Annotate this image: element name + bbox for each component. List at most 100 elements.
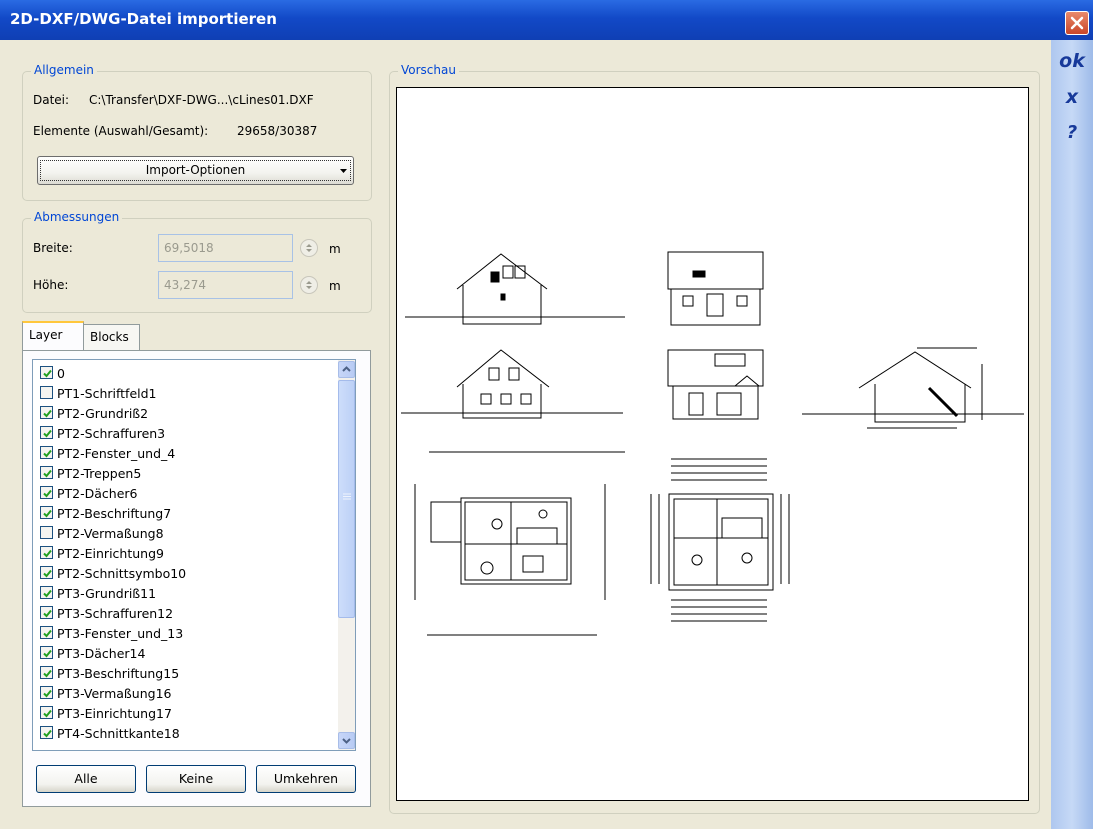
cancel-button[interactable]: x xyxy=(1051,86,1093,108)
layer-name: PT3-Schraffuren12 xyxy=(57,606,174,621)
layer-checkbox[interactable] xyxy=(40,406,53,419)
preview-canvas xyxy=(396,87,1029,801)
layer-checkbox[interactable] xyxy=(40,426,53,439)
elevation-side-left xyxy=(401,349,623,419)
layer-checkbox[interactable] xyxy=(40,666,53,679)
abmessungen-legend: Abmessungen xyxy=(31,210,123,224)
tab-layer[interactable]: Layer xyxy=(22,321,84,351)
layer-checkbox[interactable] xyxy=(40,686,53,699)
layer-checkbox[interactable] xyxy=(40,526,53,539)
layer-checkbox[interactable] xyxy=(40,706,53,719)
layer-checkbox[interactable] xyxy=(40,566,53,579)
layer-name: PT2-Grundriß2 xyxy=(57,406,149,421)
close-button[interactable] xyxy=(1065,11,1089,35)
check-icon xyxy=(43,549,52,558)
elevation-front-mid xyxy=(667,251,764,326)
select-none-button[interactable]: Keine xyxy=(146,765,246,793)
title-bar: 2D-DXF/DWG-Datei importieren xyxy=(0,0,1093,40)
ok-button[interactable]: ok xyxy=(1051,50,1093,72)
scroll-up-button[interactable] xyxy=(338,361,355,378)
check-icon xyxy=(43,509,52,518)
section-view xyxy=(802,347,1024,429)
layer-checkbox[interactable] xyxy=(40,506,53,519)
layer-name: PT3-Einrichtung17 xyxy=(57,706,172,721)
layer-name: PT3-Vermaßung16 xyxy=(57,686,172,701)
elevation-side-mid xyxy=(667,349,764,420)
dropdown-arrow-icon xyxy=(340,169,347,173)
layer-checkbox[interactable] xyxy=(40,446,53,459)
hoehe-unit: m xyxy=(329,279,341,293)
layer-checkbox[interactable] xyxy=(40,606,53,619)
layer-name: PT4-Schnittkante18 xyxy=(57,726,180,741)
layer-name: 0 xyxy=(57,366,65,381)
import-options-button[interactable]: Import-Optionen xyxy=(37,156,354,185)
check-icon xyxy=(43,469,52,478)
layer-name: PT2-Vermaßung8 xyxy=(57,526,164,541)
check-icon xyxy=(43,429,52,438)
select-all-button[interactable]: Alle xyxy=(36,765,136,793)
check-icon xyxy=(43,409,52,418)
breite-field[interactable]: 69,5018 xyxy=(158,234,293,262)
layer-name: PT2-Beschriftung7 xyxy=(57,506,172,521)
layer-list-scrollbar[interactable] xyxy=(338,360,355,750)
chevron-down-icon xyxy=(342,738,351,744)
check-icon xyxy=(43,689,52,698)
check-icon xyxy=(43,709,52,718)
breite-unit: m xyxy=(329,242,341,256)
elemente-value: 29658/30387 xyxy=(237,124,318,138)
hoehe-field[interactable]: 43,274 xyxy=(158,271,293,299)
window-title: 2D-DXF/DWG-Datei importieren xyxy=(10,10,277,28)
hoehe-spinner[interactable] xyxy=(300,276,318,294)
check-icon xyxy=(43,369,52,378)
layer-checkbox[interactable] xyxy=(40,366,53,379)
check-icon xyxy=(43,569,52,578)
hoehe-label: Höhe: xyxy=(33,278,69,292)
layer-name: PT1-Schriftfeld1 xyxy=(57,386,157,401)
check-icon xyxy=(43,589,52,598)
layer-name: PT3-Beschriftung15 xyxy=(57,666,180,681)
layer-checkbox[interactable] xyxy=(40,546,53,559)
layer-name: PT2-Fenster_und_4 xyxy=(57,446,176,461)
scroll-down-button[interactable] xyxy=(338,732,355,749)
check-icon xyxy=(43,489,52,498)
layer-name: PT3-Fenster_und_13 xyxy=(57,626,184,641)
check-icon xyxy=(43,729,52,738)
check-icon xyxy=(43,669,52,678)
check-icon xyxy=(43,629,52,638)
chevron-up-icon xyxy=(342,366,351,372)
layer-checkbox[interactable] xyxy=(40,486,53,499)
spin-arrows-icon xyxy=(306,281,312,289)
cad-drawing-preview xyxy=(401,251,1024,636)
layer-checkbox[interactable] xyxy=(40,386,53,399)
breite-label: Breite: xyxy=(33,241,73,255)
vorschau-legend: Vorschau xyxy=(398,63,459,77)
side-action-bar: ok x ? xyxy=(1051,40,1093,829)
layer-name: PT2-Dächer6 xyxy=(57,486,138,501)
import-options-label: Import-Optionen xyxy=(145,163,246,177)
layer-name: PT3-Dächer14 xyxy=(57,646,146,661)
layer-name: PT2-Schnittsymbo10 xyxy=(57,566,187,581)
layer-checkbox[interactable] xyxy=(40,726,53,739)
breite-spinner[interactable] xyxy=(300,239,318,257)
datei-value: C:\Transfer\DXF-DWG...\cLines01.DXF xyxy=(89,93,314,107)
elemente-label: Elemente (Auswahl/Gesamt): xyxy=(33,124,209,138)
layer-checkbox[interactable] xyxy=(40,586,53,599)
layer-checkbox[interactable] xyxy=(40,646,53,659)
scroll-thumb[interactable] xyxy=(338,380,355,618)
close-icon xyxy=(1070,16,1084,30)
tab-blocks[interactable]: Blocks xyxy=(83,324,140,350)
floor-plan-left xyxy=(414,451,625,636)
layer-name: PT2-Schraffuren3 xyxy=(57,426,166,441)
check-icon xyxy=(43,649,52,658)
datei-label: Datei: xyxy=(33,93,70,107)
layer-checkbox[interactable] xyxy=(40,466,53,479)
layer-name: PT2-Treppen5 xyxy=(57,466,142,481)
allgemein-legend: Allgemein xyxy=(31,63,97,77)
help-button[interactable]: ? xyxy=(1051,122,1093,143)
elevation-front-left xyxy=(405,253,625,325)
grip-icon xyxy=(343,493,351,500)
layer-checkbox[interactable] xyxy=(40,626,53,639)
invert-selection-button[interactable]: Umkehren xyxy=(256,765,356,793)
floor-plan-right xyxy=(650,458,790,622)
layer-list[interactable]: 0 PT1-Schriftfeld1 PT2-Grundriß2 PT2-Schraf… xyxy=(32,359,356,751)
